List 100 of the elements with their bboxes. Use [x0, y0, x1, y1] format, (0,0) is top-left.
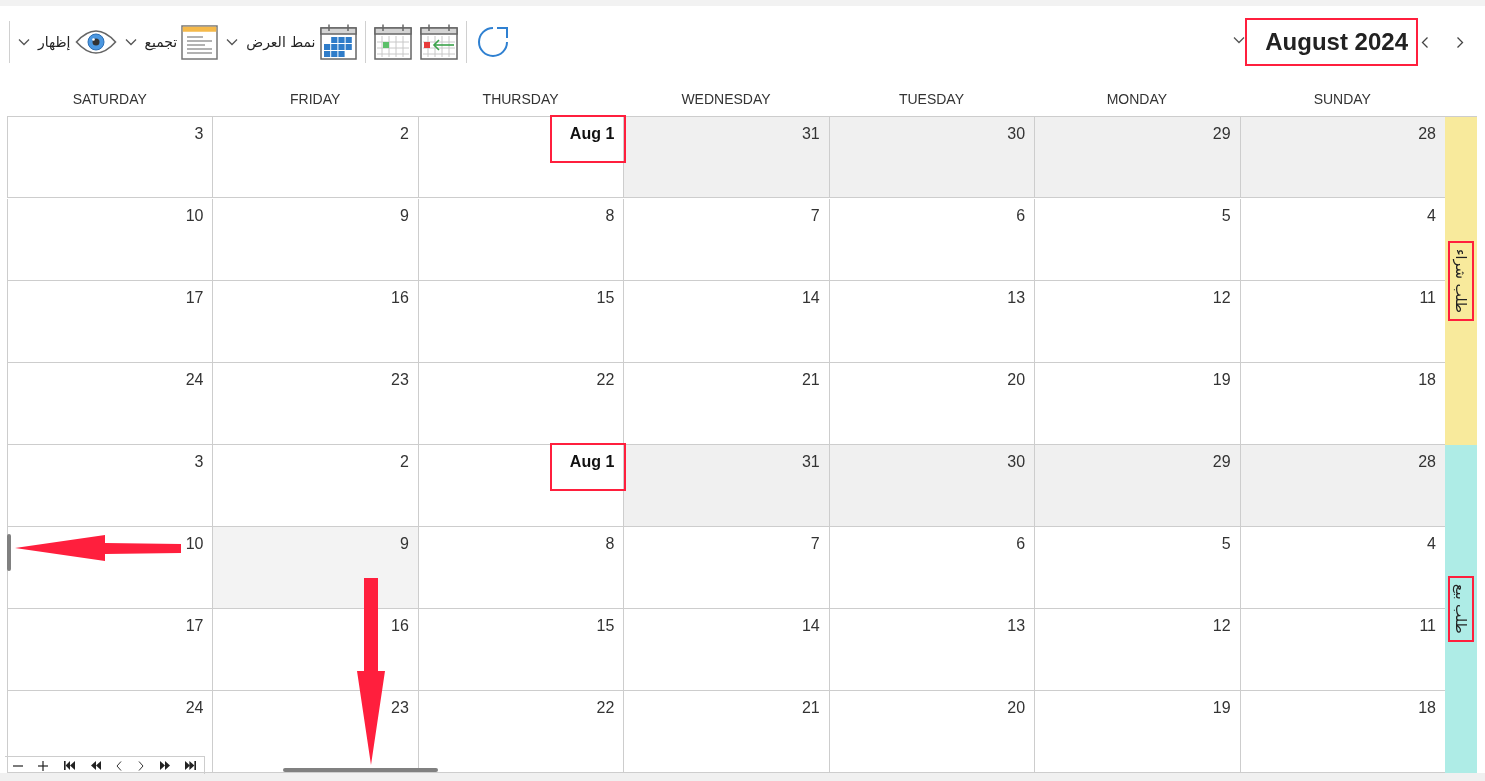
day-cell[interactable]: 18	[1239, 691, 1445, 773]
day-cell[interactable]: 4	[1239, 527, 1445, 609]
day-cell[interactable]: 31	[623, 445, 829, 527]
day-cell[interactable]: 29	[1034, 117, 1240, 198]
day-cell[interactable]: 6	[828, 527, 1035, 609]
day-cell[interactable]: Aug 1	[417, 445, 624, 527]
day-cell[interactable]: 23	[212, 363, 418, 445]
day-cell[interactable]: 13	[828, 281, 1035, 363]
dropdown-menu[interactable]: إظهار	[14, 22, 121, 62]
day-number: 16	[391, 289, 409, 307]
day-cell[interactable]: 3	[7, 117, 213, 198]
day-cell[interactable]: 22	[417, 691, 624, 773]
day-number: 11	[1419, 617, 1436, 635]
day-cell[interactable]: 20	[828, 363, 1035, 445]
scrollbar-thumb[interactable]	[283, 768, 438, 772]
caret-icon	[18, 38, 30, 46]
month-title[interactable]: August 2024	[1265, 28, 1408, 56]
day-cell[interactable]: 11	[1239, 609, 1445, 691]
caret-icon	[1233, 36, 1246, 44]
day-cell[interactable]: 18	[1239, 363, 1445, 445]
day-header: SUNDAY	[1312, 90, 1372, 109]
navigation-button[interactable]	[116, 759, 123, 772]
day-number: 31	[801, 453, 820, 471]
day-cell[interactable]: Aug 1	[417, 117, 624, 198]
day-cell[interactable]: 11	[1239, 281, 1445, 363]
day-cell[interactable]: 28	[1239, 117, 1445, 198]
day-cell[interactable]: 12	[1034, 609, 1240, 691]
day-number: 7	[810, 535, 820, 553]
day-cell[interactable]: 17	[7, 281, 213, 363]
day-number: 19	[1212, 699, 1231, 717]
navigation-button[interactable]	[38, 759, 49, 772]
day-cell[interactable]: 7	[623, 199, 829, 281]
day-number: 12	[1212, 617, 1231, 635]
day-cell[interactable]: 28	[1239, 445, 1445, 527]
day-number: 29	[1212, 125, 1231, 143]
navigation-button[interactable]	[159, 759, 170, 772]
day-cell[interactable]: 16	[212, 281, 418, 363]
chevron-right-icon	[137, 760, 144, 771]
day-cell[interactable]: 4	[1239, 199, 1445, 281]
day-number: 28	[1418, 125, 1436, 143]
day-cell[interactable]: 10	[7, 199, 213, 281]
day-cell[interactable]: 24	[7, 363, 213, 445]
rewind-icon	[90, 761, 101, 770]
calendar-button[interactable]	[419, 24, 458, 60]
day-cell[interactable]: 23	[212, 691, 418, 773]
day-cell[interactable]: 24	[7, 691, 213, 773]
navigation-button[interactable]	[185, 759, 197, 772]
dropdown-menu[interactable]: نمط العرض	[222, 22, 361, 62]
day-number: Aug 1	[569, 453, 615, 471]
day-cell[interactable]: 2	[212, 117, 418, 198]
day-number: 15	[596, 289, 615, 307]
day-cell[interactable]: 17	[7, 609, 213, 691]
day-cell[interactable]: 31	[623, 117, 829, 198]
day-cell[interactable]: 19	[1034, 691, 1240, 773]
day-number: 18	[1418, 699, 1436, 717]
caret-icon	[124, 38, 137, 46]
day-cell[interactable]: 30	[828, 117, 1035, 198]
navigation-button[interactable]	[64, 759, 76, 772]
calendar-button[interactable]	[373, 24, 412, 60]
day-cell[interactable]: 5	[1034, 199, 1240, 281]
day-cell[interactable]: 8	[417, 199, 624, 281]
navigation-button[interactable]	[137, 759, 144, 772]
scrollbar-thumb[interactable]	[7, 534, 11, 571]
day-number: 23	[391, 371, 409, 389]
day-cell[interactable]: 14	[623, 281, 829, 363]
day-cell[interactable]: 13	[828, 609, 1035, 691]
day-cell[interactable]: 15	[417, 609, 624, 691]
day-cell[interactable]: 14	[623, 609, 829, 691]
day-cell[interactable]: 21	[623, 691, 829, 773]
day-number: 4	[1427, 207, 1436, 225]
calendar-icon	[373, 24, 412, 60]
day-number: 28	[1418, 453, 1436, 471]
navigation-button[interactable]	[90, 759, 101, 772]
day-cell[interactable]: 30	[828, 445, 1035, 527]
day-cell[interactable]: 9	[212, 199, 418, 281]
day-cell[interactable]: 20	[828, 691, 1035, 773]
day-number: 15	[596, 617, 615, 635]
day-cell[interactable]: 21	[623, 363, 829, 445]
chevron-left-icon	[1421, 35, 1429, 49]
day-number: 10	[185, 207, 204, 225]
day-cell[interactable]: 19	[1034, 363, 1240, 445]
day-cell[interactable]: 7	[623, 527, 829, 609]
day-cell[interactable]: 2	[212, 445, 418, 527]
day-cell[interactable]: 15	[417, 281, 624, 363]
group-label: طلب شراء	[1453, 249, 1469, 313]
day-number: 13	[1007, 289, 1026, 307]
day-number: 9	[399, 535, 409, 553]
month-dropdown-button[interactable]	[1233, 36, 1246, 44]
day-cell[interactable]: 8	[417, 527, 624, 609]
day-cell[interactable]: 16	[212, 609, 418, 691]
day-cell[interactable]: 5	[1034, 527, 1240, 609]
day-cell[interactable]: 9	[212, 527, 418, 609]
day-cell[interactable]: 29	[1034, 445, 1240, 527]
day-number: Aug 1	[569, 125, 615, 143]
day-number: 16	[391, 617, 409, 635]
day-cell[interactable]: 12	[1034, 281, 1240, 363]
day-number: 23	[391, 699, 409, 717]
dropdown-menu[interactable]: تجميع	[120, 22, 223, 62]
day-cell[interactable]: 6	[828, 199, 1035, 281]
day-cell[interactable]: 3	[7, 445, 213, 527]
